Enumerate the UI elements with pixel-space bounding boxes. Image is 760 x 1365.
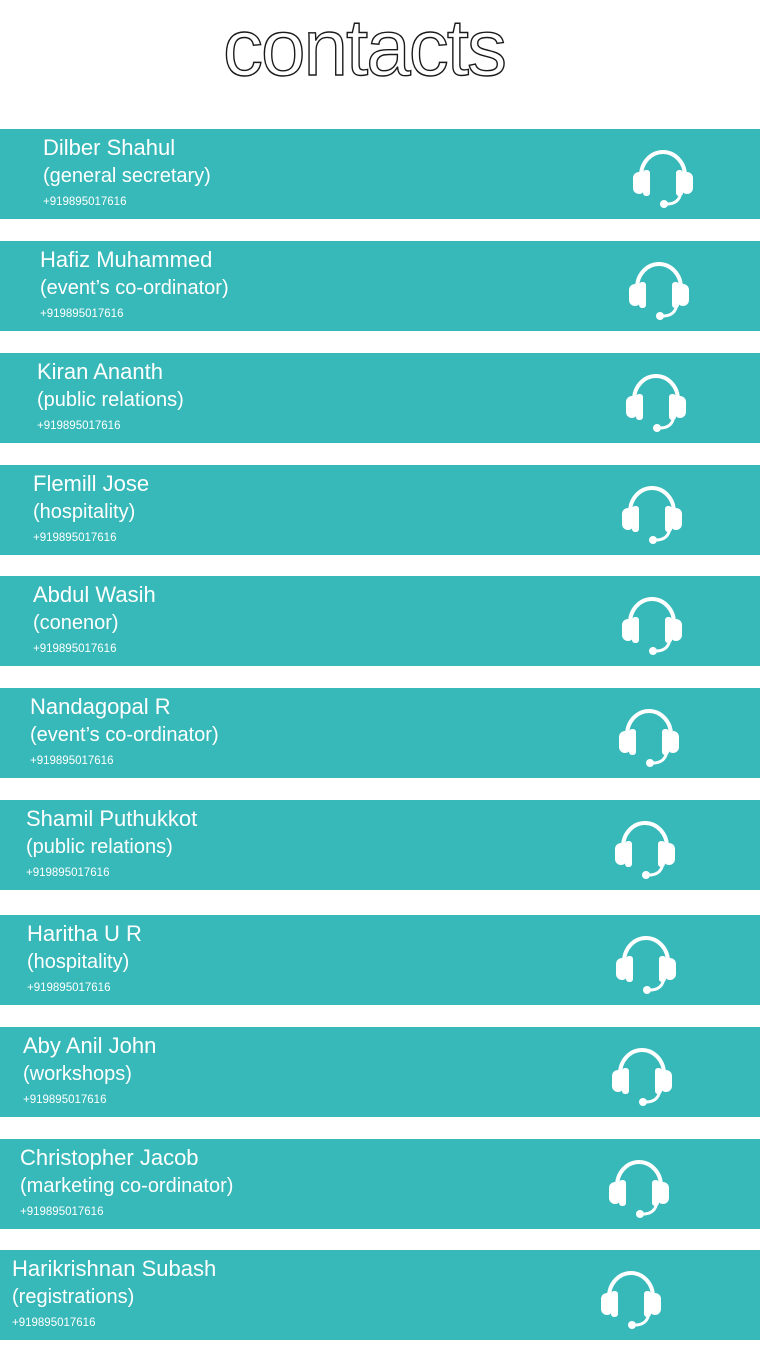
contact-row[interactable]: Harikrishnan Subash (registrations) +919… bbox=[0, 1250, 760, 1340]
contact-phone: +919895017616 bbox=[43, 196, 127, 208]
contact-name: Aby Anil John bbox=[23, 1033, 157, 1058]
headset-icon[interactable] bbox=[617, 701, 681, 767]
contact-role: (public relations) bbox=[37, 389, 184, 411]
contact-name: Christopher Jacob bbox=[20, 1145, 199, 1170]
contact-phone: +919895017616 bbox=[37, 420, 121, 432]
headset-glyph bbox=[609, 1160, 669, 1218]
contact-phone: +919895017616 bbox=[33, 643, 117, 655]
headset-icon[interactable] bbox=[607, 1152, 671, 1218]
contact-role: (marketing co-ordinator) bbox=[20, 1175, 234, 1197]
contact-name: Shamil Puthukkot bbox=[26, 806, 198, 831]
contact-role: (hospitality) bbox=[33, 501, 136, 523]
headset-icon[interactable] bbox=[610, 1040, 674, 1106]
headset-icon[interactable] bbox=[620, 589, 684, 655]
contact-name: Nandagopal R bbox=[30, 694, 171, 719]
contact-phone: +919895017616 bbox=[12, 1317, 96, 1329]
headset-icon[interactable] bbox=[620, 478, 684, 544]
contact-row[interactable]: Hafiz Muhammed (event’s co-ordinator) +9… bbox=[0, 241, 760, 331]
headset-icon[interactable] bbox=[631, 142, 695, 208]
contact-name: Abdul Wasih bbox=[33, 582, 156, 607]
contact-role: (conenor) bbox=[33, 612, 119, 634]
headset-glyph bbox=[612, 1048, 672, 1106]
contact-row[interactable]: Christopher Jacob (marketing co-ordinato… bbox=[0, 1139, 760, 1229]
contact-phone: +919895017616 bbox=[30, 755, 114, 767]
contact-row[interactable]: Kiran Ananth (public relations) +9198950… bbox=[0, 353, 760, 443]
contact-name: Kiran Ananth bbox=[37, 359, 163, 384]
contact-row[interactable]: Dilber Shahul (general secretary) +91989… bbox=[0, 129, 760, 219]
contact-row[interactable]: Shamil Puthukkot (public relations) +919… bbox=[0, 800, 760, 890]
headset-glyph bbox=[629, 262, 689, 320]
headset-icon[interactable] bbox=[624, 366, 688, 432]
headset-glyph bbox=[601, 1271, 661, 1329]
contact-row[interactable]: Haritha U R (hospitality) +919895017616 bbox=[0, 915, 760, 1005]
contact-phone: +919895017616 bbox=[20, 1206, 104, 1218]
contact-row[interactable]: Aby Anil John (workshops) +919895017616 bbox=[0, 1027, 760, 1117]
contact-list: Dilber Shahul (general secretary) +91989… bbox=[0, 0, 760, 1365]
headset-icon[interactable] bbox=[627, 254, 691, 320]
contact-role: (general secretary) bbox=[43, 165, 211, 187]
headset-icon[interactable] bbox=[613, 813, 677, 879]
contact-role: (registrations) bbox=[12, 1286, 135, 1308]
contact-row[interactable]: Abdul Wasih (conenor) +919895017616 bbox=[0, 576, 760, 666]
contact-phone: +919895017616 bbox=[26, 867, 110, 879]
contact-name: Harikrishnan Subash bbox=[12, 1256, 217, 1281]
contact-phone: +919895017616 bbox=[23, 1094, 107, 1106]
contact-role: (hospitality) bbox=[27, 951, 130, 973]
headset-glyph bbox=[616, 936, 676, 994]
contact-role: (public relations) bbox=[26, 836, 173, 858]
contact-role: (event’s co-ordinator) bbox=[30, 724, 219, 746]
contact-row[interactable]: Flemill Jose (hospitality) +919895017616 bbox=[0, 465, 760, 555]
headset-glyph bbox=[622, 486, 682, 544]
headset-glyph bbox=[626, 374, 686, 432]
headset-icon[interactable] bbox=[614, 928, 678, 994]
contact-name: Haritha U R bbox=[27, 921, 142, 946]
headset-glyph bbox=[615, 821, 675, 879]
contact-phone: +919895017616 bbox=[27, 982, 111, 994]
contact-role: (event’s co-ordinator) bbox=[40, 277, 229, 299]
contact-row[interactable]: Nandagopal R (event’s co-ordinator) +919… bbox=[0, 688, 760, 778]
contact-name: Dilber Shahul bbox=[43, 135, 176, 160]
headset-glyph bbox=[619, 709, 679, 767]
headset-glyph bbox=[622, 597, 682, 655]
contact-phone: +919895017616 bbox=[40, 308, 124, 320]
headset-icon[interactable] bbox=[599, 1263, 663, 1329]
contact-phone: +919895017616 bbox=[33, 532, 117, 544]
contact-role: (workshops) bbox=[23, 1063, 132, 1085]
headset-glyph bbox=[633, 150, 693, 208]
contact-name: Hafiz Muhammed bbox=[40, 247, 213, 272]
contact-name: Flemill Jose bbox=[33, 471, 150, 496]
